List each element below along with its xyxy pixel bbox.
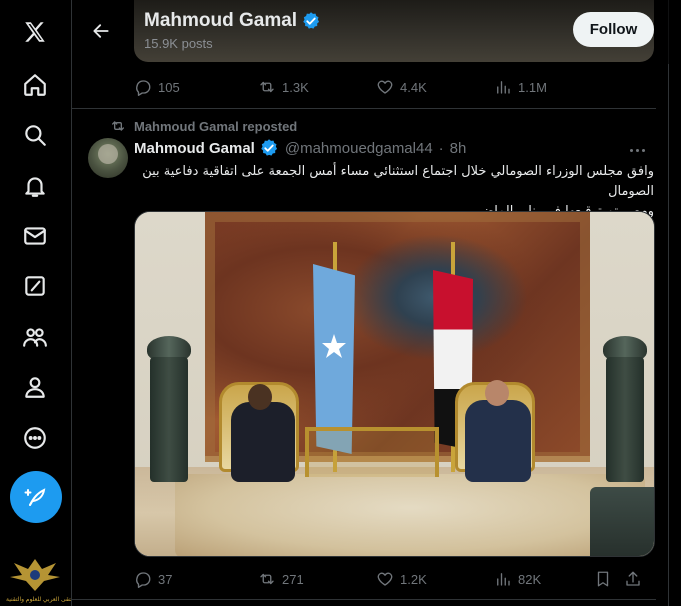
tweet-media-photo[interactable] [134, 211, 655, 557]
reply-count: 37 [158, 571, 173, 587]
share-button[interactable] [624, 569, 654, 589]
right-pillar [606, 357, 644, 482]
tweet-time[interactable]: 8h [450, 140, 467, 157]
grok-icon[interactable] [14, 265, 56, 307]
prev-tweet-actions: 105 1.3K 4.4K 1.1M [134, 77, 654, 97]
repost-count: 271 [282, 571, 304, 587]
more-dot-icon [629, 148, 633, 152]
tweet-actions: 37 271 1.2K 82K [134, 569, 654, 589]
person-icon[interactable] [14, 366, 56, 408]
follow-button[interactable]: Follow [573, 12, 654, 47]
left-pillar [150, 357, 188, 482]
profile-header: Mahmoud Gamal 15.9K posts Follow [72, 0, 669, 64]
left-nav: الملتقى العربي للعلوم والتقنية [0, 0, 72, 606]
bell-icon[interactable] [14, 165, 56, 207]
share-icon [626, 571, 640, 586]
right-person [465, 400, 531, 482]
post-count: 15.9K posts [144, 36, 213, 51]
x-logo-icon[interactable] [14, 11, 56, 53]
views-button[interactable]: 82K [494, 569, 594, 589]
author-name[interactable]: Mahmoud Gamal [134, 140, 255, 157]
repost-indicator[interactable]: Mahmoud Gamal reposted [110, 118, 297, 134]
center-table [305, 427, 439, 477]
arrow-left-icon [93, 24, 109, 38]
reply-button[interactable]: 105 [134, 77, 258, 97]
timeline-column: 105 1.3K 4.4K 1.1M Mahmoud Gamal reposte… [71, 0, 669, 606]
eagle-emblem-icon [10, 559, 60, 591]
repost-icon [260, 573, 274, 585]
reply-icon [136, 80, 151, 96]
more-circle-icon[interactable] [14, 417, 56, 459]
heart-icon [377, 80, 393, 94]
bookmark-icon [597, 571, 609, 587]
home-icon[interactable] [14, 64, 56, 106]
header-title: Mahmoud Gamal [144, 10, 321, 32]
search-icon[interactable] [14, 114, 56, 156]
watermark-logo: الملتقى العربي للعلوم والتقنية [4, 555, 72, 605]
like-count: 4.4K [400, 79, 427, 95]
header-name: Mahmoud Gamal [144, 10, 298, 31]
repost-button[interactable]: 271 [258, 569, 376, 589]
repost-label: Mahmoud Gamal reposted [134, 118, 298, 134]
tweet-text-line-1: وافق مجلس الوزراء الصومالي خلال اجتماع ا… [142, 164, 654, 199]
time-separator: · [438, 139, 444, 157]
watermark-text: الملتقى العربي للعلوم والتقنية [6, 597, 72, 603]
people-icon[interactable] [14, 316, 56, 358]
heart-icon [377, 572, 393, 586]
tweet-divider [72, 599, 669, 600]
mail-icon[interactable] [14, 215, 56, 257]
compose-post-button[interactable] [10, 471, 62, 523]
views-button[interactable]: 1.1M [494, 77, 594, 97]
views-count: 82K [518, 571, 542, 587]
author-handle[interactable]: @mahmouedgamal44 [285, 140, 433, 157]
verified-badge-icon [301, 11, 321, 31]
like-button[interactable]: 4.4K [376, 77, 494, 97]
scrollbar[interactable] [656, 0, 668, 606]
back-button[interactable] [84, 14, 118, 48]
more-options-button[interactable] [622, 138, 652, 162]
views-icon [497, 573, 510, 586]
avatar[interactable] [88, 138, 128, 178]
views-icon [497, 81, 510, 94]
reply-icon [136, 572, 151, 588]
repost-icon [260, 81, 274, 93]
floor-rug [175, 474, 645, 556]
tweet-header: Mahmoud Gamal @mahmouedgamal44 · 8h [134, 138, 466, 158]
like-count: 1.2K [400, 571, 427, 587]
reply-count: 105 [158, 79, 180, 95]
repost-small-icon [112, 121, 124, 131]
feather-plus-icon [24, 488, 46, 506]
repost-button[interactable]: 1.3K [258, 77, 376, 97]
views-count: 1.1M [518, 79, 547, 95]
reply-button[interactable]: 37 [134, 569, 258, 589]
bookmark-button[interactable] [594, 569, 624, 589]
tweet-divider [72, 108, 669, 109]
left-person [231, 402, 295, 482]
like-button[interactable]: 1.2K [376, 569, 494, 589]
somalia-flag [313, 264, 355, 454]
verified-badge-icon [259, 138, 279, 158]
repost-count: 1.3K [282, 79, 309, 95]
